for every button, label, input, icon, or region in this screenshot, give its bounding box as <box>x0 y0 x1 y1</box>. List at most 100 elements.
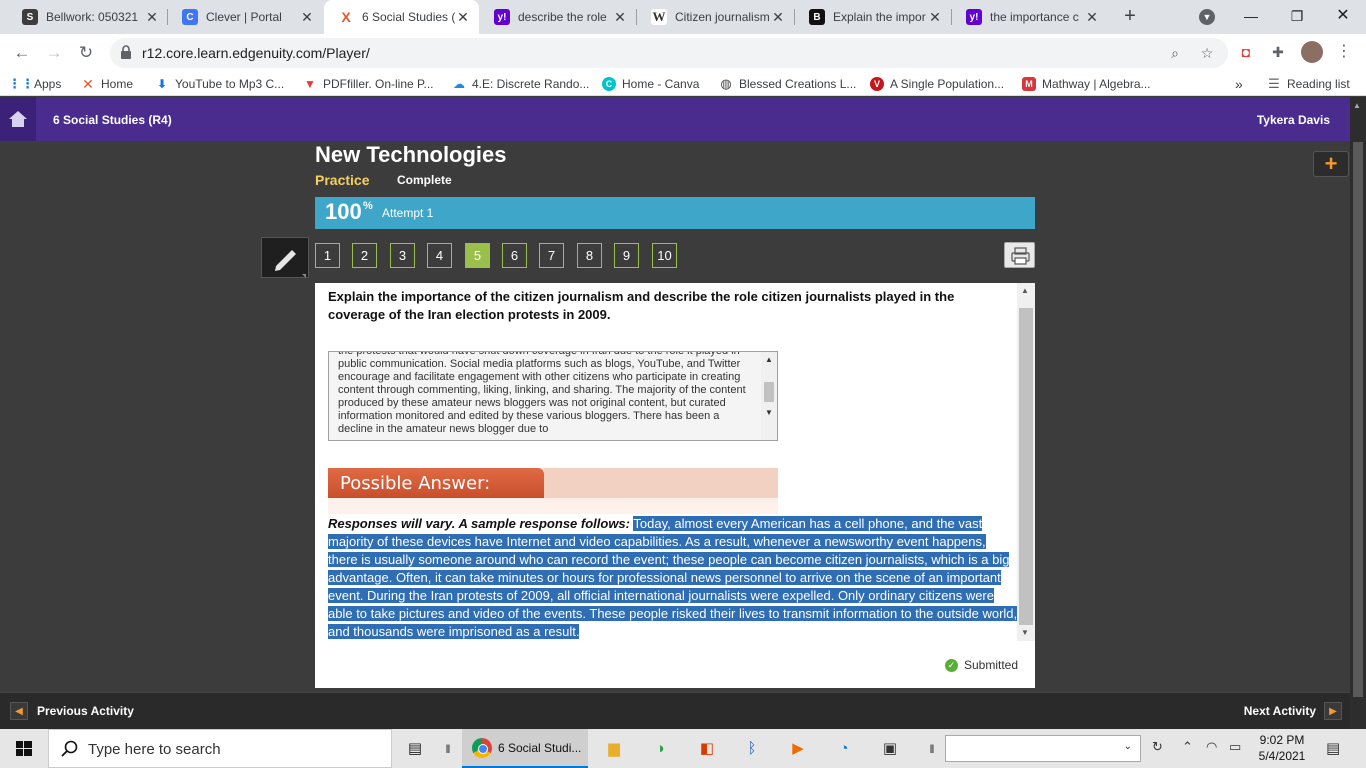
start-button[interactable] <box>0 729 48 768</box>
add-tool-button[interactable]: + <box>1313 151 1349 177</box>
browser-tab-importance[interactable]: y! the importance c ✕ <box>952 0 1108 34</box>
tab-title: Bellwork: 050321 <box>46 10 139 24</box>
question-number-button[interactable]: 7 <box>539 243 564 268</box>
show-hidden-icons-chevron-up-icon[interactable]: ⌃ <box>1182 739 1193 755</box>
next-activity-button[interactable]: Next Activity ▶ <box>1244 702 1342 720</box>
home-button[interactable] <box>0 97 36 141</box>
back-button[interactable]: ← <box>9 40 35 66</box>
task-view-icon[interactable]: ▤ <box>403 737 427 761</box>
tab-practice[interactable]: Practice <box>315 172 369 188</box>
bookmark-canva[interactable]: C Home - Canva <box>602 75 699 93</box>
browser-tab-social-studies[interactable]: X 6 Social Studies ( ✕ <box>324 0 479 34</box>
question-number-button[interactable]: 4 <box>427 243 452 268</box>
refresh-icon[interactable]: ↻ <box>1152 739 1163 755</box>
course-header: 6 Social Studies (R4) Tykera Davis <box>0 97 1366 141</box>
page-scrollbar-thumb[interactable] <box>1353 142 1363 697</box>
submission-status: ✓ Submitted <box>945 658 1018 672</box>
reload-button[interactable]: ↻ <box>73 40 99 66</box>
browser-tab-describe-role[interactable]: y! describe the role ✕ <box>480 0 636 34</box>
student-answer-textarea[interactable]: the protests that would have shut down c… <box>328 351 778 441</box>
store-icon[interactable]: ▣ <box>878 737 902 761</box>
office-icon[interactable]: ◧ <box>695 737 719 761</box>
profile-avatar[interactable] <box>1301 41 1323 63</box>
taskbar-divider-icon: ‖ <box>445 742 451 756</box>
page-scrollbar[interactable]: ▲ <box>1350 97 1366 729</box>
bookmarks-overflow-button[interactable]: » <box>1235 75 1243 93</box>
scroll-up-arrow-icon[interactable]: ▲ <box>1021 286 1029 295</box>
scroll-up-arrow-icon[interactable]: ▲ <box>765 355 773 364</box>
annotate-pencil-button[interactable] <box>261 237 309 278</box>
browser-menu-icon[interactable]: ⋮ <box>1334 42 1354 62</box>
taskbar-clock[interactable]: 9:02 PM 5/4/2021 <box>1254 732 1310 764</box>
bookmark-youtube-mp3[interactable]: ⬇ YouTube to Mp3 C... <box>155 75 284 93</box>
taskbar-chrome-button[interactable]: 6 Social Studi... <box>462 729 588 768</box>
battery-icon[interactable]: ▭ <box>1229 739 1241 755</box>
reading-list-button[interactable]: ☰ Reading list <box>1267 75 1350 93</box>
file-explorer-icon[interactable]: ▆ <box>602 737 626 761</box>
question-number-button[interactable]: 10 <box>652 243 677 268</box>
question-number-button[interactable]: 8 <box>577 243 602 268</box>
panel-scrollbar[interactable]: ▲ ▼ <box>1017 283 1035 641</box>
browser-tab-clever[interactable]: C Clever | Portal ✕ <box>168 0 323 34</box>
zoom-icon[interactable]: ⌕ <box>1165 43 1185 63</box>
forward-button[interactable]: → <box>41 40 67 66</box>
close-tab-icon[interactable]: ✕ <box>455 9 471 26</box>
wifi-icon[interactable]: ◠ <box>1206 739 1217 755</box>
bookmark-discrete-random[interactable]: ☁ 4.E: Discrete Rando... <box>452 75 589 93</box>
user-name[interactable]: Tykera Davis <box>1257 113 1330 127</box>
extensions-puzzle-icon[interactable]: ✚ <box>1268 42 1288 62</box>
panel-scrollbar-thumb[interactable] <box>1019 308 1033 625</box>
green-app-icon[interactable]: ◑ <box>648 737 672 761</box>
student-answer-text: the protests that would have shut down c… <box>338 351 746 435</box>
bookmark-pdffiller[interactable]: ▼ PDFfiller. On-line P... <box>303 75 433 93</box>
tab-search-button[interactable]: ▼ <box>1184 0 1230 34</box>
question-number-button[interactable]: 6 <box>502 243 527 268</box>
notifications-icon[interactable]: ▤ <box>1326 739 1340 757</box>
question-number-button[interactable]: 3 <box>390 243 415 268</box>
bookmark-home[interactable]: ✕ Home <box>81 75 133 93</box>
plus-icon: + <box>1324 151 1338 176</box>
close-tab-icon[interactable]: ✕ <box>612 9 628 26</box>
close-tab-icon[interactable]: ✕ <box>1084 9 1100 26</box>
edge-icon[interactable]: ◔ <box>832 737 856 761</box>
answer-scrollbar-thumb[interactable] <box>764 382 774 402</box>
bookmark-single-population[interactable]: V A Single Population... <box>870 75 1004 93</box>
bookmark-mathway[interactable]: M Mathway | Algebra... <box>1022 75 1151 93</box>
close-tab-icon[interactable]: ✕ <box>299 9 315 26</box>
taskbar-search[interactable]: Type here to search <box>48 729 392 768</box>
arrow-right-icon: ▶ <box>1324 702 1342 720</box>
minimize-button[interactable]: ― <box>1228 0 1274 34</box>
address-bar[interactable]: r12.core.learn.edgenuity.com/Player/ ⌕ ☆ <box>110 38 1228 68</box>
new-tab-button[interactable]: + <box>1118 5 1142 29</box>
scroll-up-arrow-icon[interactable]: ▲ <box>1353 101 1361 110</box>
question-number-button-current[interactable]: 5 <box>465 243 490 268</box>
answer-scrollbar[interactable]: ▲ ▼ <box>761 352 777 440</box>
close-tab-icon[interactable]: ✕ <box>144 9 160 26</box>
question-number-button[interactable]: 1 <box>315 243 340 268</box>
close-tab-icon[interactable]: ✕ <box>770 9 786 26</box>
browser-tab-explain-importance[interactable]: B Explain the impor ✕ <box>795 0 951 34</box>
bluetooth-icon[interactable]: ᛒ <box>740 737 764 761</box>
print-button[interactable] <box>1004 242 1035 268</box>
question-number-button[interactable]: 9 <box>614 243 639 268</box>
extension-pocket-icon[interactable]: ◘ <box>1236 42 1256 62</box>
scroll-down-arrow-icon[interactable]: ▼ <box>765 408 773 417</box>
taskbar-address-toolbar[interactable]: ⌄ <box>945 735 1141 762</box>
bookmark-star-icon[interactable]: ☆ <box>1197 43 1217 63</box>
edgenuity-icon: ✕ <box>82 75 94 92</box>
media-player-icon[interactable]: ▶ <box>786 737 810 761</box>
tab-complete[interactable]: Complete <box>397 173 452 187</box>
browser-tab-bellwork[interactable]: S Bellwork: 050321 ✕ <box>8 0 168 34</box>
pencil-icon <box>275 250 306 278</box>
restore-button[interactable]: ❐ <box>1274 0 1320 34</box>
question-number-button[interactable]: 2 <box>352 243 377 268</box>
close-window-button[interactable]: ✕ <box>1320 0 1366 34</box>
question-panel: Explain the importance of the citizen jo… <box>315 283 1035 688</box>
previous-activity-button[interactable]: ◀ Previous Activity <box>10 702 134 720</box>
browser-tab-citizen-journalism[interactable]: W Citizen journalism ✕ <box>637 0 794 34</box>
bookmark-apps[interactable]: ⋮⋮ Apps <box>8 75 61 93</box>
close-tab-icon[interactable]: ✕ <box>927 9 943 26</box>
bookmark-blessed-creations[interactable]: ◍ Blessed Creations L... <box>719 75 856 93</box>
tab-title: describe the role <box>518 10 607 24</box>
scroll-down-arrow-icon[interactable]: ▼ <box>1021 628 1029 637</box>
